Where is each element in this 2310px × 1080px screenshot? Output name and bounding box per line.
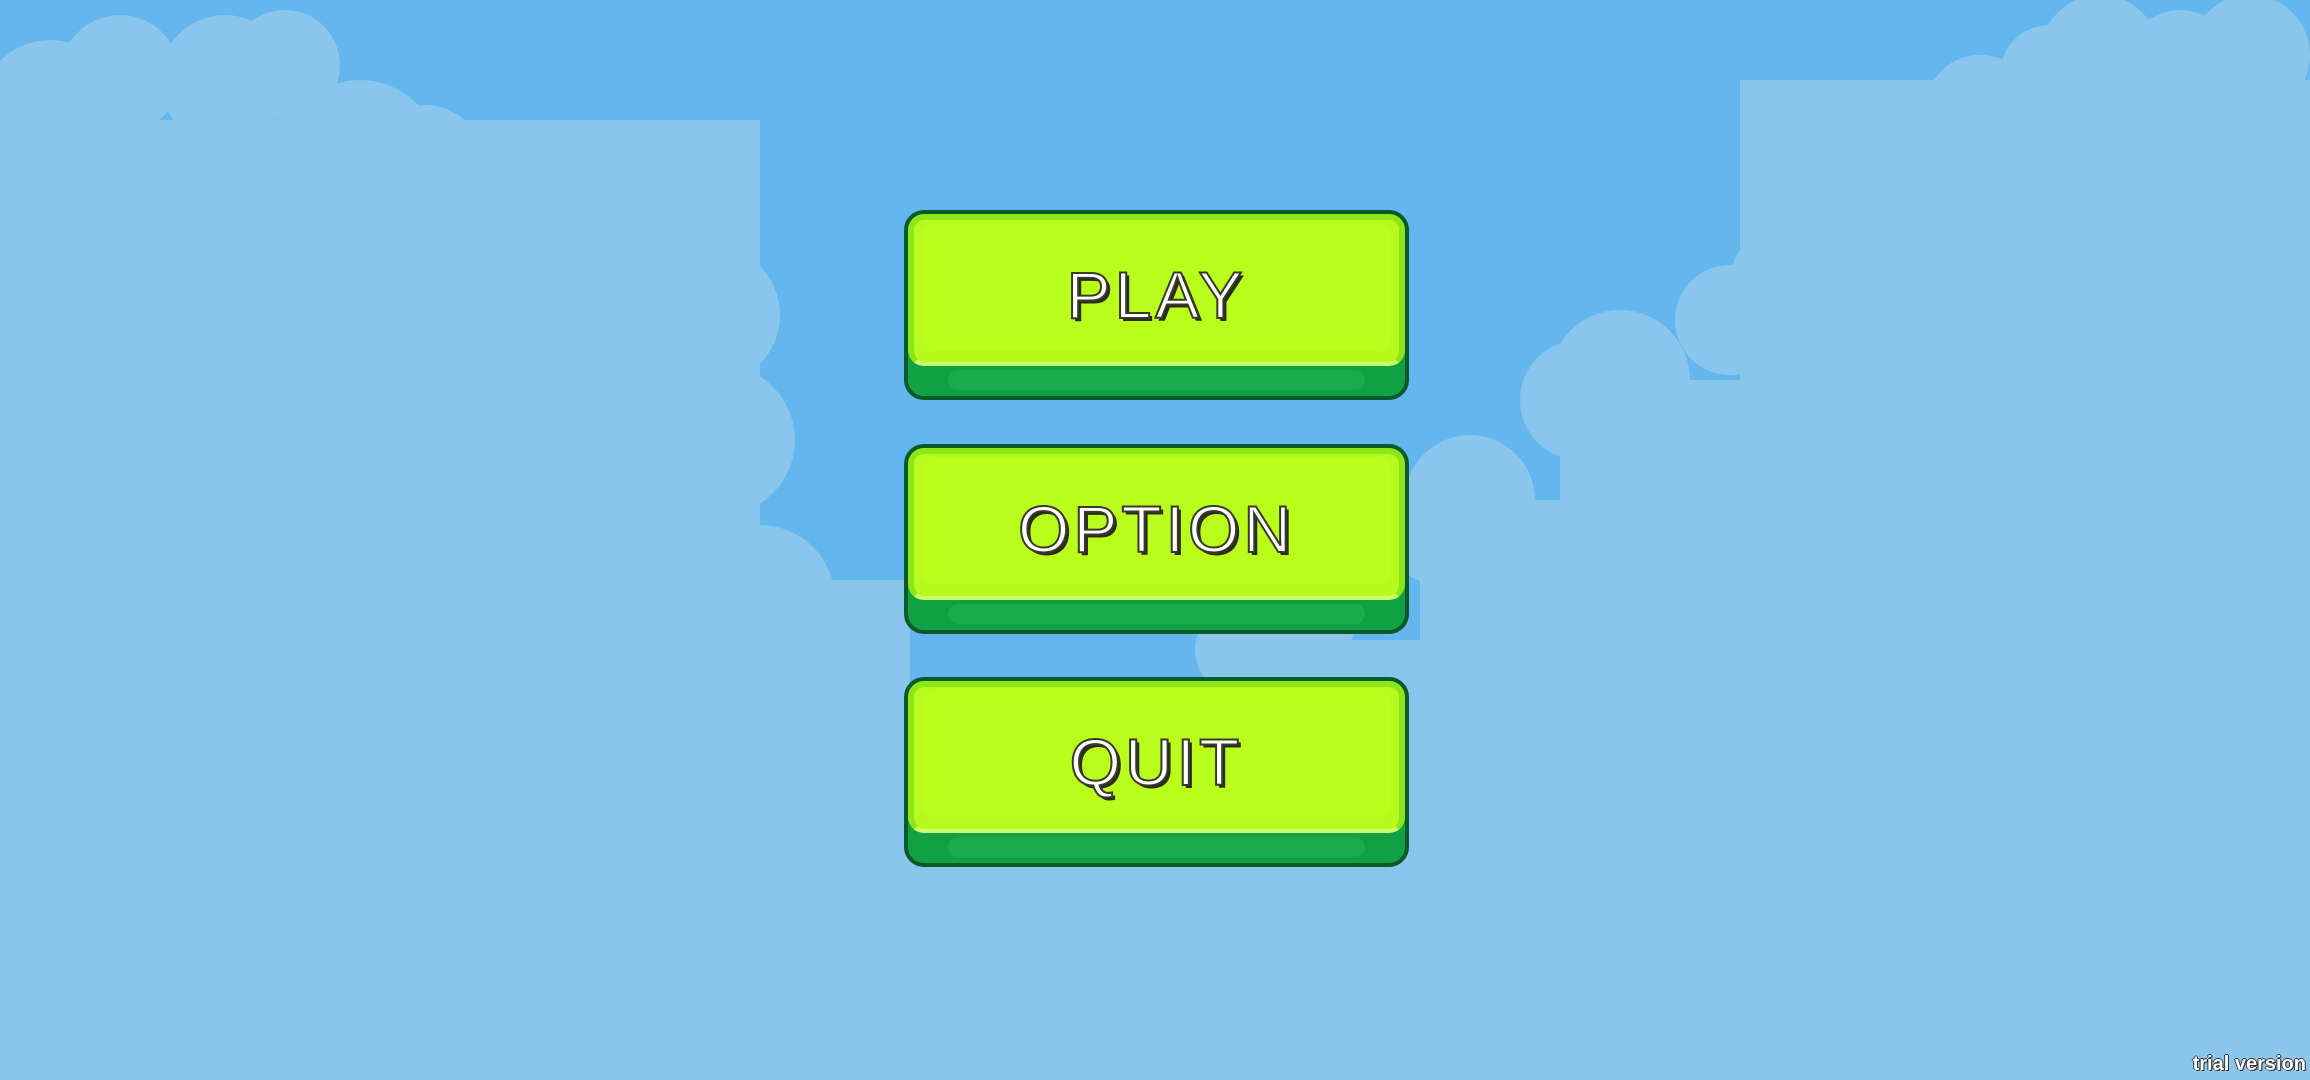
play-button[interactable]: PLAY	[904, 210, 1409, 400]
game-background: PLAY OPTION QUIT trial version	[0, 0, 2310, 1080]
option-label: OPTION	[1017, 491, 1295, 567]
quit-label: QUIT	[1069, 724, 1244, 800]
play-label: PLAY	[1066, 257, 1247, 333]
trial-version-watermark: trial version	[2192, 1053, 2306, 1075]
quit-button[interactable]: QUIT	[904, 677, 1409, 867]
option-button[interactable]: OPTION	[904, 444, 1409, 634]
